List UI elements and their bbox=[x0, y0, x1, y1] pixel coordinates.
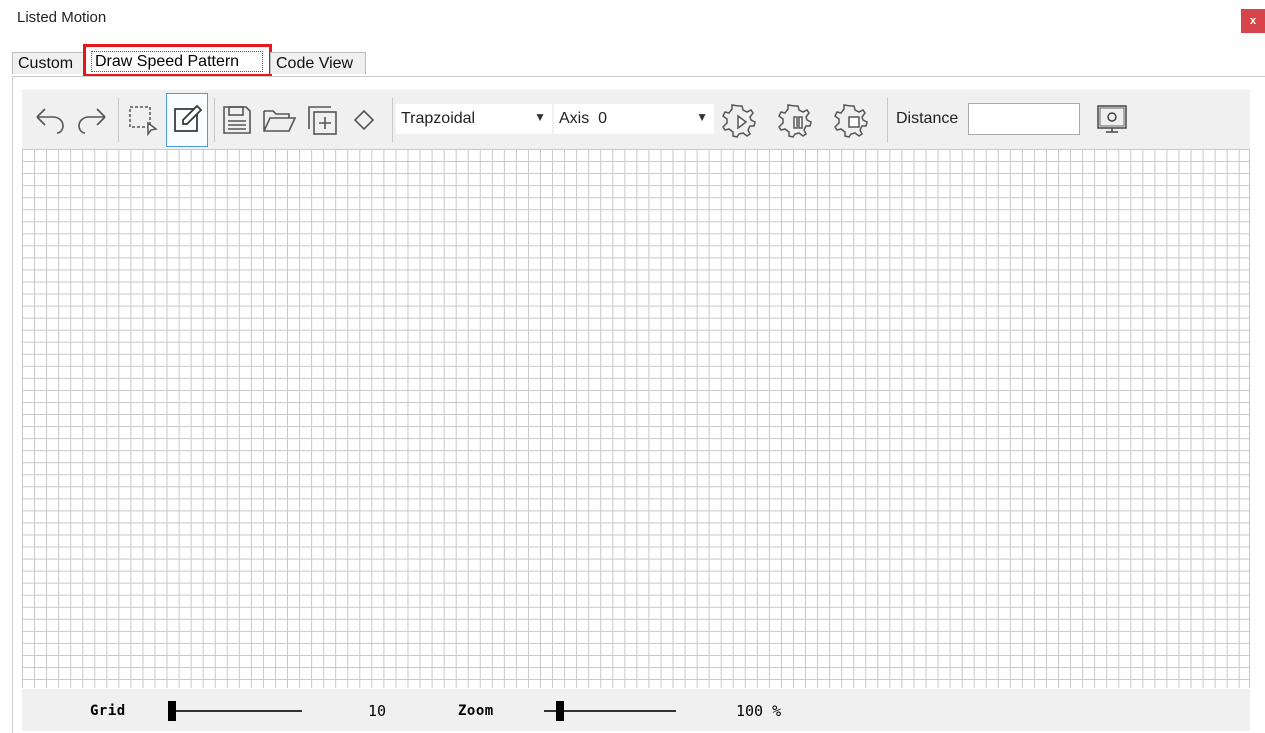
dropdown-arrow-icon: ▼ bbox=[696, 110, 708, 124]
axis-select[interactable]: Axis 0 ▼ bbox=[554, 104, 714, 134]
monitor-button[interactable] bbox=[1090, 90, 1134, 150]
separator bbox=[392, 98, 393, 142]
draw-button[interactable] bbox=[166, 93, 208, 147]
open-folder-icon bbox=[263, 110, 297, 132]
grid-slider-track bbox=[168, 710, 302, 712]
redo-icon bbox=[78, 108, 106, 134]
open-folder-button[interactable] bbox=[260, 90, 298, 150]
grid-label: Grid bbox=[90, 703, 126, 719]
eraser-icon bbox=[353, 109, 375, 131]
add-new-button[interactable] bbox=[303, 90, 341, 150]
select-area-icon bbox=[129, 106, 158, 137]
stop-button[interactable] bbox=[831, 90, 871, 150]
zoom-slider[interactable] bbox=[544, 701, 676, 721]
zoom-label: Zoom bbox=[458, 703, 494, 719]
gear-play-icon bbox=[722, 104, 756, 138]
zoom-value: 100 % bbox=[736, 702, 782, 720]
gear-pause-icon bbox=[778, 104, 812, 138]
grid-value: 10 bbox=[368, 702, 387, 720]
save-button[interactable] bbox=[218, 90, 256, 150]
redo-button[interactable] bbox=[74, 90, 110, 150]
separator bbox=[887, 98, 888, 142]
toolbar: Trapzoidal ▼ Axis 0 ▼ Distance bbox=[22, 89, 1250, 149]
save-icon bbox=[223, 106, 251, 134]
tab-custom[interactable]: Custom bbox=[12, 52, 87, 74]
eraser-button[interactable] bbox=[348, 90, 380, 150]
separator bbox=[118, 98, 119, 142]
select-area-button[interactable] bbox=[124, 90, 162, 150]
pause-button[interactable] bbox=[775, 90, 815, 150]
monitor-icon bbox=[1097, 105, 1127, 133]
run-button[interactable] bbox=[719, 90, 759, 150]
window-title: Listed Motion bbox=[17, 9, 107, 26]
separator bbox=[214, 98, 215, 142]
distance-input[interactable] bbox=[968, 103, 1080, 135]
axis-select-value: Axis 0 bbox=[559, 110, 608, 127]
add-new-icon bbox=[308, 106, 337, 135]
undo-icon bbox=[36, 108, 64, 134]
undo-button[interactable] bbox=[32, 90, 68, 150]
grid-slider[interactable] bbox=[168, 701, 302, 721]
draw-icon bbox=[174, 104, 203, 132]
tab-code-view[interactable]: Code View bbox=[270, 52, 366, 74]
close-button[interactable]: x bbox=[1241, 9, 1265, 33]
tab-draw-speed-pattern[interactable]: Draw Speed Pattern bbox=[83, 44, 272, 77]
gear-stop-icon bbox=[834, 104, 868, 138]
status-bar: Grid 10 Zoom 100 % bbox=[22, 689, 1250, 731]
tab-draw-speed-pattern-label: Draw Speed Pattern bbox=[91, 51, 263, 72]
profile-select-value: Trapzoidal bbox=[401, 110, 476, 127]
dropdown-arrow-icon: ▼ bbox=[534, 110, 546, 124]
drawing-canvas[interactable] bbox=[22, 149, 1250, 688]
zoom-slider-thumb[interactable] bbox=[556, 701, 564, 721]
distance-label: Distance bbox=[896, 110, 959, 127]
grid-slider-thumb[interactable] bbox=[168, 701, 176, 721]
profile-select[interactable]: Trapzoidal ▼ bbox=[396, 104, 552, 134]
